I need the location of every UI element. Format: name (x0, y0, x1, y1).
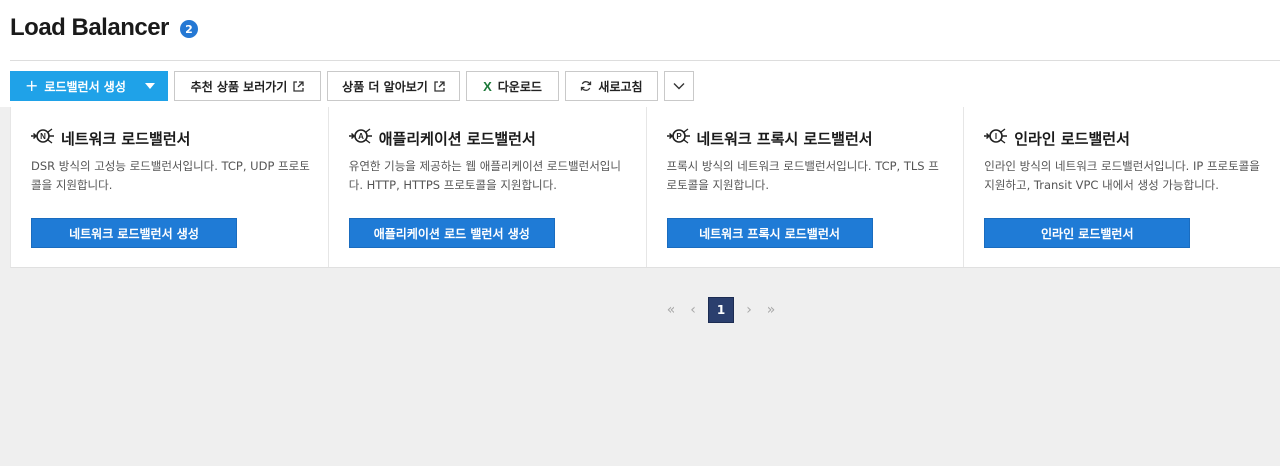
page-title: Load Balancer (10, 14, 169, 41)
prev-page-icon[interactable]: ‹ (682, 297, 704, 323)
refresh-button[interactable]: 새로고침 (565, 71, 658, 101)
create-network-lb-button[interactable]: 네트워크 로드밸런서 생성 (31, 218, 237, 248)
refresh-label: 새로고침 (598, 79, 643, 94)
external-link-icon (293, 80, 304, 92)
page-header: Load Balancer 2 + 로드밸런서 생성 추천 상품 보러가기 상품… (0, 0, 1280, 107)
plus-icon: + (25, 76, 39, 95)
card-title: 네트워크 프록시 로드밸런서 (696, 130, 873, 148)
download-label: 다운로드 (497, 79, 542, 94)
icon-letter: I (995, 132, 997, 141)
pagination: « ‹ 1 › » (660, 297, 782, 323)
card-network-lb: N 네트워크 로드밸런서 DSR 방식의 고성능 로드밸런서입니다. TCP, … (11, 107, 329, 267)
card-title: 애플리케이션 로드밸런서 (378, 130, 536, 148)
application-lb-icon: A (348, 128, 372, 144)
card-description: 유연한 기능을 제공하는 웹 애플리케이션 로드밸런서입니다. HTTP, HT… (348, 159, 621, 192)
card-application-lb: A 애플리케이션 로드밸런서 유연한 기능을 제공하는 웹 애플리케이션 로드밸… (329, 107, 647, 267)
load-balancer-type-cards: N 네트워크 로드밸런서 DSR 방식의 고성능 로드밸런서입니다. TCP, … (10, 107, 1280, 268)
recommend-products-button[interactable]: 추천 상품 보러가기 (174, 71, 321, 101)
refresh-icon (580, 80, 592, 92)
caret-down-icon[interactable] (145, 83, 155, 89)
card-network-proxy-lb: P 네트워크 프록시 로드밸런서 프록시 방식의 네트워크 로드밸런서입니다. … (647, 107, 965, 267)
card-inline-lb: I 인라인 로드밸런서 인라인 방식의 네트워크 로드밸런서입니다. IP 프로… (964, 107, 1280, 267)
icon-letter: N (40, 132, 46, 141)
create-label: 로드밸런서 생성 (44, 79, 126, 94)
card-description: 프록시 방식의 네트워크 로드밸런서입니다. TCP, TLS 프로토콜을 지원… (666, 159, 939, 192)
card-title: 네트워크 로드밸런서 (61, 130, 191, 148)
create-network-proxy-lb-button[interactable]: 네트워크 프록시 로드밸런서 (666, 218, 873, 248)
card-description: DSR 방식의 고성능 로드밸런서입니다. TCP, UDP 프로토콜을 지원합… (31, 159, 310, 192)
external-link-icon (434, 80, 445, 92)
last-page-icon[interactable]: » (760, 297, 782, 323)
icon-letter: A (358, 132, 364, 141)
learn-more-button[interactable]: 상품 더 알아보기 (327, 71, 460, 101)
create-load-balancer-button[interactable]: + 로드밸런서 생성 (10, 71, 168, 101)
header-divider (10, 60, 1280, 61)
download-button[interactable]: X 다운로드 (466, 71, 559, 101)
network-lb-icon: N (31, 128, 54, 144)
learn-more-label: 상품 더 알아보기 (342, 79, 428, 94)
inline-lb-icon: I (984, 128, 1008, 144)
recommend-label: 추천 상품 보러가기 (190, 79, 288, 94)
chevron-down-icon (673, 79, 685, 93)
card-title: 인라인 로드밸런서 (1014, 130, 1130, 148)
current-page-button[interactable]: 1 (708, 297, 734, 323)
count-badge: 2 (180, 20, 198, 38)
more-dropdown-button[interactable] (664, 71, 694, 101)
create-inline-lb-button[interactable]: 인라인 로드밸런서 (984, 218, 1191, 248)
create-application-lb-button[interactable]: 애플리케이션 로드 밸런서 생성 (348, 218, 555, 248)
next-page-icon[interactable]: › (738, 297, 760, 323)
icon-letter: P (676, 132, 682, 141)
card-description: 인라인 방식의 네트워크 로드밸런서입니다. IP 프로토콜을 지원하고, Tr… (984, 159, 1260, 192)
first-page-icon[interactable]: « (660, 297, 682, 323)
excel-icon: X (483, 78, 492, 94)
network-proxy-lb-icon: P (666, 128, 690, 144)
toolbar: + 로드밸런서 생성 추천 상품 보러가기 상품 더 알아보기 X 다운로드 새… (10, 71, 700, 101)
